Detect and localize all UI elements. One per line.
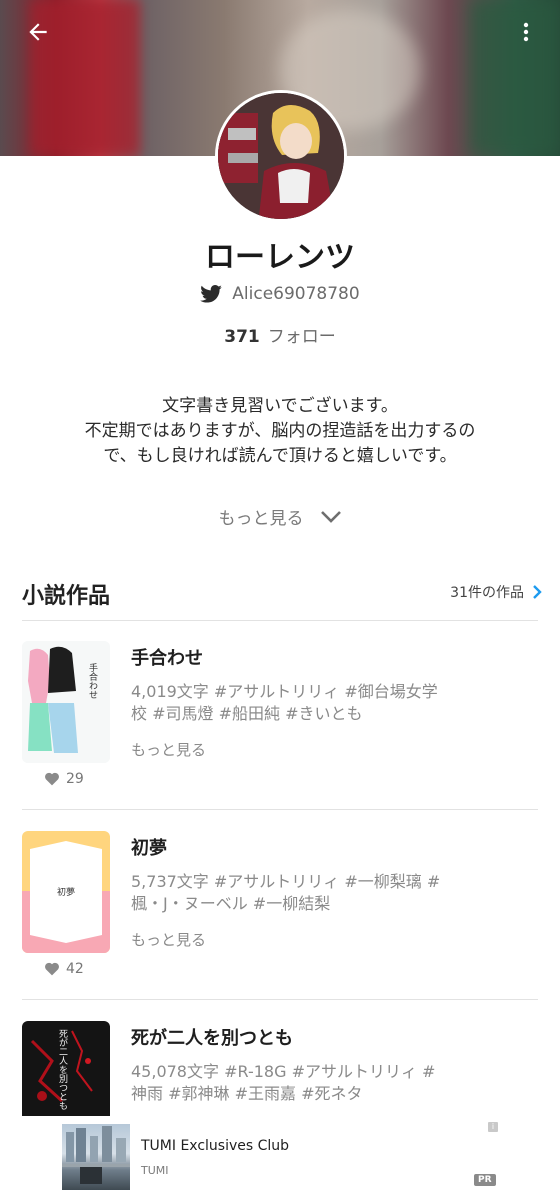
work-title[interactable]: 初夢 — [131, 834, 167, 860]
work-meta-line: 楓・J・ヌーベル #一柳結梨 — [131, 894, 331, 913]
heart-icon — [45, 962, 59, 976]
ad-sponsor: TUMI — [141, 1164, 169, 1177]
ad-pr-badge: PR — [474, 1174, 496, 1186]
like-count[interactable]: 42 — [44, 961, 84, 977]
divider — [22, 809, 538, 810]
chevron-right-icon — [533, 585, 542, 599]
work-meta-line: 校 #司馬燈 #船田純 #きいとも — [131, 704, 363, 723]
work-meta: 45,078文字 #R-18G #アサルトリリィ # 神雨 #郭神琳 #王雨嘉 … — [131, 1061, 491, 1105]
profile-name: ローレンツ — [205, 240, 355, 275]
bio-more-label: もっと見る — [218, 509, 304, 529]
bio-more-button[interactable]: もっと見る — [0, 504, 560, 529]
ad-title[interactable]: TUMI Exclusives Club — [141, 1138, 289, 1154]
ad-image — [62, 1124, 130, 1190]
work-title[interactable]: 死が二人を別つとも — [131, 1024, 293, 1050]
bio-line: 不定期ではありますが、脳内の捏造話を出力するの — [84, 421, 476, 441]
work-title[interactable]: 手合わせ — [131, 644, 203, 670]
work-meta-line: 4,019文字 #アサルトリリィ #御台場女学 — [131, 682, 438, 701]
back-button[interactable] — [20, 14, 56, 50]
work-more-button[interactable]: もっと見る — [131, 929, 206, 950]
more-options-button[interactable] — [508, 14, 544, 50]
divider — [22, 620, 538, 621]
works-count: 31件の作品 — [450, 585, 524, 601]
work-meta-line: 神雨 #郭神琳 #王雨嘉 #死ネタ — [131, 1084, 363, 1103]
avatar[interactable] — [215, 90, 347, 222]
ad-banner[interactable]: TUMI Exclusives Club TUMI PR i — [48, 1122, 512, 1200]
like-count[interactable]: 29 — [44, 771, 84, 787]
all-works-link[interactable]: 31件の作品 — [450, 582, 542, 602]
heart-icon — [45, 772, 59, 786]
twitter-icon — [200, 285, 223, 303]
ad-info-icon[interactable]: i — [488, 1122, 498, 1132]
chevron-down-icon — [320, 510, 341, 523]
follow-count[interactable]: 371 フォロー — [0, 322, 560, 347]
twitter-link[interactable]: Alice69078780 — [0, 284, 560, 304]
work-meta: 4,019文字 #アサルトリリィ #御台場女学 校 #司馬燈 #船田純 #きいと… — [131, 681, 491, 725]
twitter-handle: Alice69078780 — [232, 284, 360, 304]
work-cover-image[interactable]: 初夢 — [22, 831, 110, 953]
follow-count-number: 371 — [224, 327, 260, 347]
divider — [22, 999, 538, 1000]
like-count-value: 29 — [66, 771, 84, 787]
arrow-left-icon — [29, 23, 47, 41]
work-cover-caption: 死が二人を別つとも — [57, 1029, 67, 1110]
work-cover-image[interactable]: 手合わせ — [22, 641, 110, 763]
work-more-button[interactable]: もっと見る — [131, 739, 206, 760]
work-cover-image[interactable]: 死が二人を別つとも — [22, 1021, 110, 1116]
section-title: 小説作品 — [22, 584, 111, 609]
like-count-value: 42 — [66, 961, 84, 977]
work-meta: 5,737文字 #アサルトリリィ #一柳梨璃 # 楓・J・ヌーベル #一柳結梨 — [131, 871, 491, 915]
work-meta-line: 45,078文字 #R-18G #アサルトリリィ # — [131, 1062, 436, 1081]
bio-line: 文字書き見習いでございます。 — [162, 396, 398, 416]
work-cover-caption: 手合わせ — [87, 663, 97, 699]
work-meta-line: 5,737文字 #アサルトリリィ #一柳梨璃 # — [131, 872, 441, 891]
bio-line: で、もし良ければ読んで頂けると嬉しいです。 — [103, 446, 457, 466]
more-vertical-icon — [523, 22, 529, 42]
work-cover-caption: 初夢 — [56, 888, 75, 898]
profile-bio: 文字書き見習いでございます。 不定期ではありますが、脳内の捏造話を出力するの で… — [40, 394, 520, 469]
follow-label: フォロー — [267, 327, 336, 347]
